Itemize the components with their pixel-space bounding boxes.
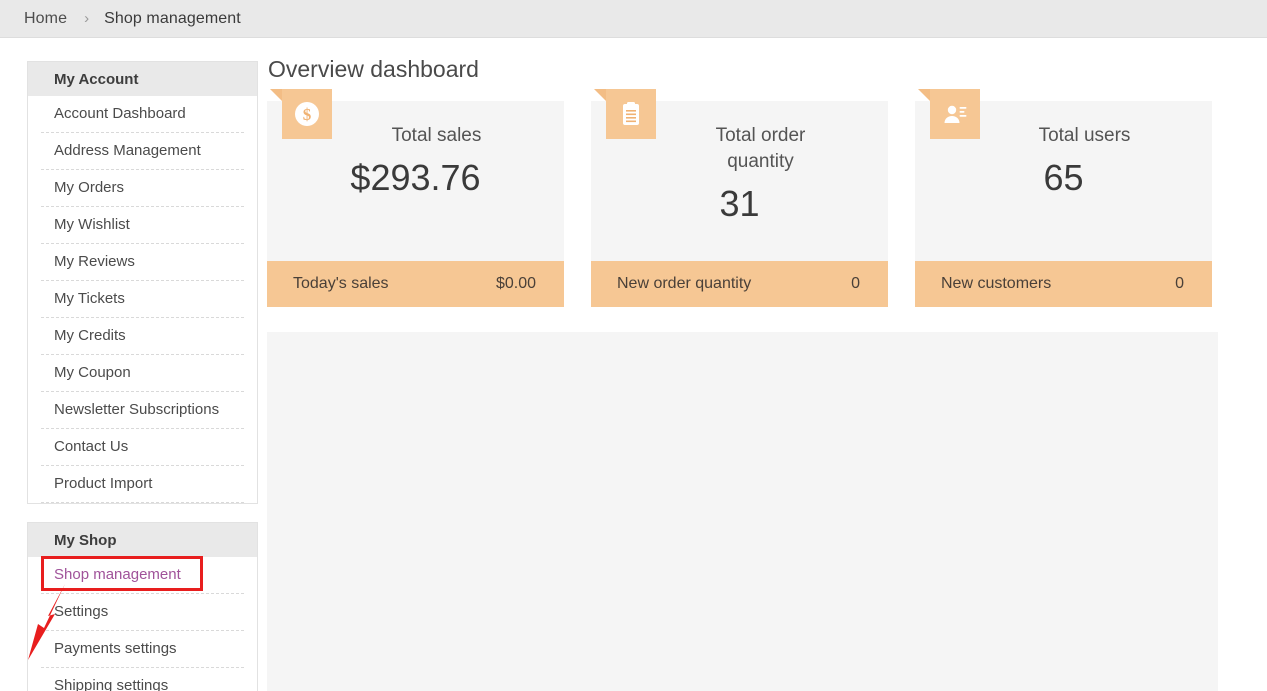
- stat-card-footer-value: 0: [851, 275, 860, 292]
- main-content: Overview dashboard $ Total sales $293.76…: [267, 55, 1218, 691]
- sidebar-item-my-orders[interactable]: My Orders: [41, 170, 244, 207]
- stat-card-total-sales: $ Total sales $293.76 Today's sales $0.0…: [267, 89, 564, 307]
- stat-card-value: $293.76: [350, 157, 481, 198]
- sidebar-item-contact-us[interactable]: Contact Us: [41, 429, 244, 466]
- breadcrumb: Home › Shop management: [0, 0, 1267, 38]
- sidebar-item-label[interactable]: Address Management: [41, 133, 244, 169]
- page-title: Overview dashboard: [268, 56, 479, 82]
- sidebar-heading-my-shop: My Shop: [27, 522, 258, 557]
- stat-card-footer-value: $0.00: [495, 275, 536, 292]
- stat-card-label: Total order quantity: [715, 125, 806, 172]
- sidebar-item-shipping-settings[interactable]: Shipping settings: [41, 668, 244, 691]
- stat-card-footer-label: New customers: [941, 275, 1052, 292]
- sidebar-item-label[interactable]: Settings: [41, 594, 244, 630]
- sidebar-item-account-dashboard[interactable]: Account Dashboard: [41, 96, 244, 133]
- sidebar-item-label[interactable]: Shipping settings: [41, 668, 244, 691]
- sidebar-heading-my-account: My Account: [27, 61, 258, 96]
- sidebar-item-address-management[interactable]: Address Management: [41, 133, 244, 170]
- sidebar-item-label[interactable]: My Orders: [41, 170, 244, 206]
- dollar-coin-icon: $: [282, 89, 332, 139]
- sidebar-item-label[interactable]: Payments settings: [41, 631, 244, 667]
- sidebar-item-label[interactable]: My Coupon: [41, 355, 244, 391]
- svg-text:$: $: [303, 105, 312, 124]
- sidebar-item-my-tickets[interactable]: My Tickets: [41, 281, 244, 318]
- order-document-icon: [606, 89, 656, 139]
- sidebar-item-my-reviews[interactable]: My Reviews: [41, 244, 244, 281]
- sidebar-item-label[interactable]: Shop management: [41, 557, 244, 593]
- sidebar: My Account Account Dashboard Address Man…: [27, 61, 258, 691]
- user-card-icon: [930, 89, 980, 139]
- sidebar-item-my-credits[interactable]: My Credits: [41, 318, 244, 355]
- sidebar-item-product-import[interactable]: Product Import: [41, 466, 244, 503]
- stat-card-footer: Today's sales $0.00: [267, 261, 564, 307]
- breadcrumb-link-home[interactable]: Home: [24, 10, 67, 28]
- sidebar-item-label[interactable]: My Reviews: [41, 244, 244, 280]
- sidebar-item-shop-management[interactable]: Shop management: [41, 557, 244, 594]
- breadcrumb-current: Shop management: [104, 9, 241, 27]
- stat-card-footer: New customers 0: [915, 261, 1212, 307]
- sidebar-item-payments-settings[interactable]: Payments settings: [41, 631, 244, 668]
- sidebar-item-settings[interactable]: Settings: [41, 594, 244, 631]
- stat-card-value: 65: [1043, 157, 1084, 198]
- sidebar-item-newsletter-subscriptions[interactable]: Newsletter Subscriptions: [41, 392, 244, 429]
- sidebar-block-my-account: My Account Account Dashboard Address Man…: [27, 61, 258, 504]
- sidebar-item-label[interactable]: My Wishlist: [41, 207, 244, 243]
- sidebar-item-label[interactable]: Account Dashboard: [41, 96, 244, 132]
- stat-card-total-order-quantity: Total order quantity 31 New order quanti…: [591, 89, 888, 307]
- sidebar-item-label[interactable]: Product Import: [41, 466, 244, 502]
- sidebar-item-label[interactable]: Newsletter Subscriptions: [41, 392, 244, 428]
- stat-card-footer: New order quantity 0: [591, 261, 888, 307]
- stat-card-value: 31: [719, 183, 760, 224]
- sidebar-item-label[interactable]: My Tickets: [41, 281, 244, 317]
- stat-card-label: Total sales: [391, 125, 482, 146]
- stat-card-footer-value: 0: [1175, 275, 1184, 292]
- stat-card-total-users: Total users 65 New customers 0: [915, 89, 1212, 307]
- sidebar-item-my-coupon[interactable]: My Coupon: [41, 355, 244, 392]
- chevron-right-icon: ›: [84, 10, 90, 27]
- sidebar-block-my-shop: My Shop Shop management Settings Payment…: [27, 522, 258, 691]
- sidebar-item-my-wishlist[interactable]: My Wishlist: [41, 207, 244, 244]
- page-root: Home › Shop management My Account Accoun…: [0, 0, 1267, 691]
- stat-card-footer-label: New order quantity: [617, 275, 752, 292]
- stat-card-label: Total users: [1038, 125, 1131, 146]
- sidebar-item-label[interactable]: My Credits: [41, 318, 244, 354]
- sidebar-item-label[interactable]: Contact Us: [41, 429, 244, 465]
- stat-card-footer-label: Today's sales: [293, 275, 389, 292]
- dashboard-chart-panel: [267, 332, 1218, 691]
- stat-card-list: $ Total sales $293.76 Today's sales $0.0…: [267, 89, 1218, 307]
